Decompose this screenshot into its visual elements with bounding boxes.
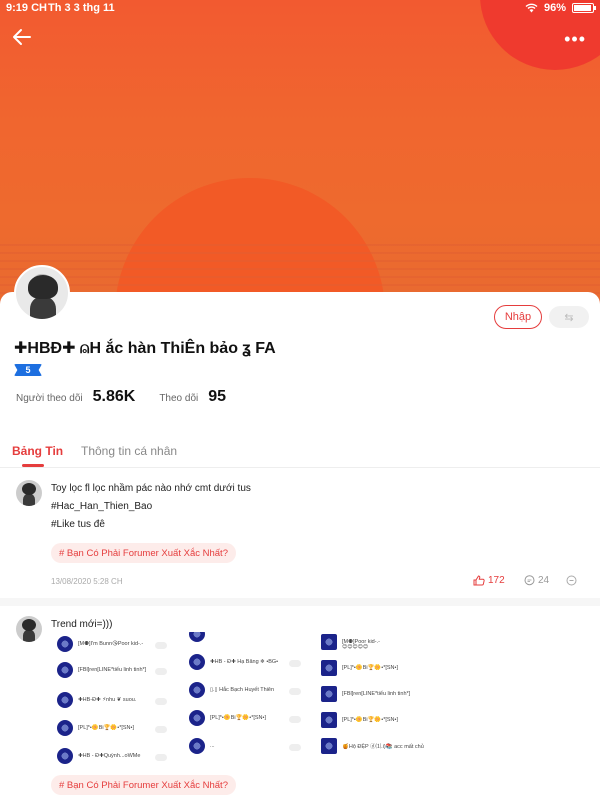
screenshot-member: 😊😊😊😊😊 — [342, 644, 369, 650]
like-count: 172 — [488, 575, 505, 586]
screenshot-member: [PL]*•🌼Bi🏆🌼•*[SN•] — [342, 665, 398, 671]
comment-button[interactable]: 24 — [524, 575, 549, 586]
screenshot-member: 🍯Hộ ĐỆP ⓓ⑴.i)📚 acc mất chủ — [342, 744, 424, 750]
thumbs-up-icon — [473, 575, 485, 586]
screenshot-member: [PL]*•🌼Bi🏆🌼•*[SN•] — [342, 717, 398, 723]
like-button[interactable]: 172 — [473, 575, 505, 586]
status-date: Th 3 3 thg 11 — [48, 2, 115, 14]
post-divider — [0, 598, 600, 606]
comment-icon — [524, 575, 535, 586]
profile-name: ✚HBĐ✚ ⍝H ắc hàn ThiÊn bảo ʓ FA — [14, 340, 276, 357]
screenshot-member: ✚HB - Đ✚ Hạ Băng ❄ •BG• — [210, 659, 279, 665]
wifi-icon — [525, 3, 538, 13]
back-arrow-icon[interactable] — [12, 28, 36, 48]
tab-active-indicator — [22, 464, 44, 467]
screenshot-member: [FBl]ren[LINE*tiểu linh tinh*] — [342, 691, 411, 697]
post-text-line: #Like tus đê — [51, 519, 105, 530]
share-icon — [566, 575, 577, 586]
battery-icon — [572, 3, 596, 13]
tab-feed[interactable]: Bảng Tin — [12, 444, 63, 458]
followers-count[interactable]: 5.86K — [93, 388, 136, 406]
comment-count: 24 — [538, 575, 550, 586]
screenshot-member: [FBl]ren[LINE*tiểu linh tinh*] — [78, 667, 147, 673]
screenshot-member: [PL]*•🌼Bi🏆🌼•*[SN•] — [78, 725, 134, 731]
post-timestamp: 13/08/2020 5:28 CH — [51, 577, 123, 586]
swap-button[interactable]: ⇆ — [549, 306, 589, 328]
following-label[interactable]: Theo dõi — [159, 393, 198, 404]
screenshot-member: ✚HB - Đ✚Quỳnh...oWMe — [78, 753, 141, 759]
level-badge: 5 — [14, 364, 42, 376]
post-hashtag-line[interactable]: #Hac_Han_Thien_Bao — [51, 498, 152, 516]
post-text-line: Toy lọc fl lọc nhầm pác nào nhớ cmt dưới… — [51, 483, 251, 494]
share-button[interactable] — [566, 575, 577, 586]
screenshot-member: ✚HB-Đ✚ ⚡nhu ❦ suou. — [78, 697, 137, 703]
more-options-icon[interactable]: ••• — [564, 29, 586, 50]
followers-label[interactable]: Người theo dõi — [16, 393, 83, 404]
topic-tag[interactable]: # Bạn Có Phải Forumer Xuất Xắc Nhất? — [51, 775, 236, 795]
following-count[interactable]: 95 — [208, 388, 226, 406]
profile-tabs: Bảng Tin Thông tin cá nhân — [0, 438, 600, 468]
topic-tag[interactable]: # Bạn Có Phải Forumer Xuất Xắc Nhất? — [51, 543, 236, 563]
post-avatar[interactable] — [16, 616, 42, 642]
screenshot-member: ... — [210, 743, 215, 749]
post-image[interactable]: [M⚉]I'm Bunn😘Poor kid-.- [FBl]ren[LINE*t… — [51, 632, 441, 772]
profile-stats: Người theo dõi 5.86K Theo dõi 95 — [16, 388, 226, 406]
tab-personal-info[interactable]: Thông tin cá nhân — [81, 444, 177, 458]
status-bar: 9:19 CH Th 3 3 thg 11 96% — [0, 0, 600, 16]
screenshot-member: [PL]*•🌼Bi🏆🌼•*[SN•] — [210, 715, 266, 721]
battery-percent: 96% — [543, 2, 566, 14]
screenshot-member: [M⚉]I'm Bunn😘Poor kid-.- — [78, 641, 144, 647]
status-time: 9:19 CH — [6, 2, 47, 14]
join-button[interactable]: Nhập — [494, 305, 542, 329]
avatar[interactable] — [14, 265, 70, 321]
status-right: 96% — [525, 2, 596, 14]
post-avatar[interactable] — [16, 480, 42, 506]
profile-cover — [0, 0, 600, 310]
screenshot-member: ▯.▯ Hắc Bạch Huyết Thiên — [210, 687, 275, 693]
